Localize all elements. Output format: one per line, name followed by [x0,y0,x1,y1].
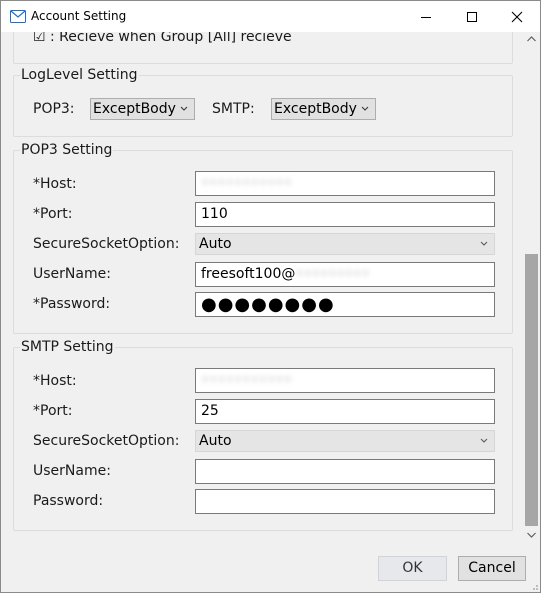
window-title: Account Setting [31,9,127,23]
pop3-port-input[interactable]: 110 [195,202,495,227]
pop3-group-title: POP3 Setting [20,142,114,158]
title-bar[interactable]: Account Setting [1,1,540,32]
chevron-down-icon [361,99,369,125]
smtp-password-input[interactable] [195,489,495,514]
pop3-username-value: freesoft100@ [201,266,296,282]
settings-scroll-area: ☑ : Recieve when Group [All] recieve Log… [1,32,523,545]
pop3-password-input[interactable]: ●●●●●●●● [195,292,495,317]
loglevel-group [13,75,513,137]
loglevel-pop3-label: POP3: [33,101,75,117]
maximize-button[interactable] [449,1,495,32]
smtp-secure-label: SecureSocketOption: [33,433,180,449]
pop3-password-label: *Password: [33,296,111,312]
smtp-port-input[interactable]: 25 [195,399,495,424]
loglevel-smtp-value: ExceptBody [274,101,357,117]
pop3-username-domain: ••••••••• [295,266,370,282]
smtp-port-label: *Port: [33,403,73,419]
minimize-icon [421,16,431,18]
pop3-host-label: *Host: [33,176,77,192]
pop3-username-label: UserName: [33,266,111,282]
pop3-port-value: 110 [201,206,228,222]
smtp-group-title: SMTP Setting [20,339,115,355]
loglevel-smtp-label: SMTP: [212,101,255,117]
minimize-button[interactable] [403,1,449,32]
smtp-password-label: Password: [33,493,104,509]
scrollbar-thumb[interactable] [525,254,538,526]
smtp-secure-value: Auto [199,433,232,449]
chevron-down-icon [480,431,488,457]
receive-all-checkbox[interactable]: ☑ : Recieve when Group [All] recieve [33,32,292,45]
scroll-down-arrow-icon[interactable] [527,532,536,538]
close-button[interactable] [494,1,540,32]
resize-grip-icon[interactable] [529,581,539,591]
scroll-up-arrow-icon[interactable] [527,36,536,42]
smtp-port-value: 25 [201,403,219,419]
pop3-password-value: ●●●●●●●● [201,294,335,315]
pop3-secure-label: SecureSocketOption: [33,236,180,252]
chevron-down-icon [180,99,188,125]
loglevel-smtp-select[interactable]: ExceptBody [271,98,376,120]
mail-icon [10,10,26,23]
pop3-port-label: *Port: [33,206,73,222]
account-setting-window: Account Setting ☑ : Recieve when Group [… [0,0,541,593]
cancel-button[interactable]: Cancel [458,556,526,581]
loglevel-group-title: LogLevel Setting [20,67,139,83]
pop3-host-value: ••••••••••• [201,175,292,191]
pop3-host-input[interactable]: ••••••••••• [195,171,495,196]
smtp-host-input[interactable]: ••••••••••• [195,368,495,393]
maximize-icon [467,11,477,22]
pop3-secure-value: Auto [199,236,232,252]
ok-button[interactable]: OK [378,556,447,581]
vertical-scrollbar[interactable] [523,32,540,545]
close-icon [511,11,523,22]
loglevel-pop3-value: ExceptBody [93,101,176,117]
smtp-username-label: UserName: [33,463,111,479]
smtp-secure-select[interactable]: Auto [195,430,495,452]
chevron-down-icon [480,234,488,260]
loglevel-pop3-select[interactable]: ExceptBody [90,98,195,120]
smtp-username-input[interactable] [195,459,495,484]
pop3-secure-select[interactable]: Auto [195,233,495,255]
pop3-username-input[interactable]: freesoft100@••••••••• [195,262,495,287]
smtp-host-label: *Host: [33,373,77,389]
smtp-host-value: ••••••••••• [201,372,292,388]
